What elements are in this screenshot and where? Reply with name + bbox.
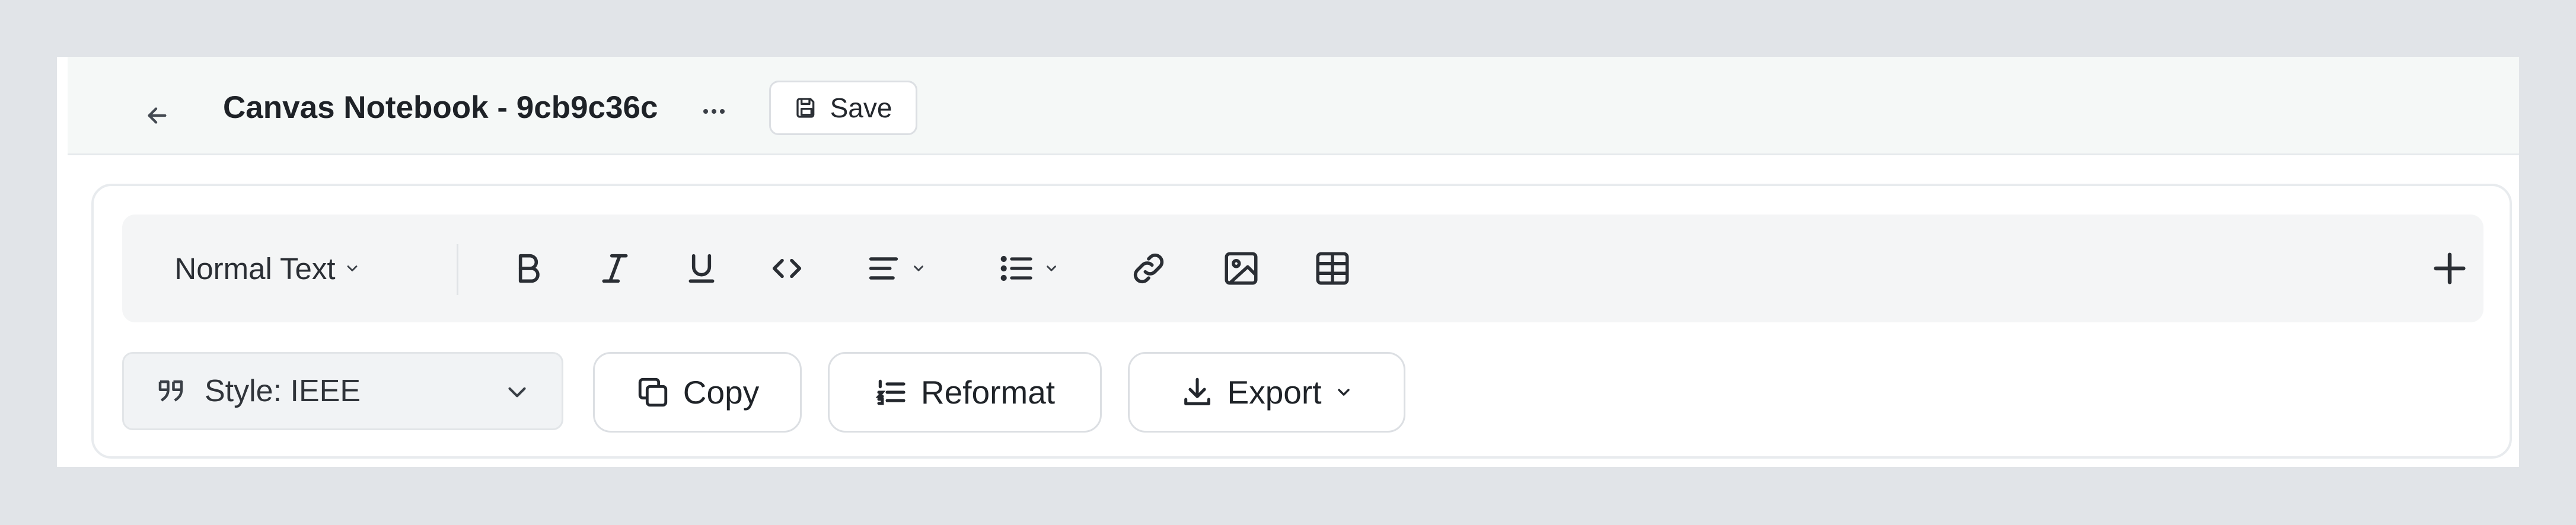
- citation-style-select[interactable]: Style: IEEE: [122, 352, 563, 430]
- link-icon: [1133, 253, 1164, 284]
- reformat-button[interactable]: Reformat: [828, 352, 1102, 433]
- chevron-down-icon: [1047, 265, 1056, 271]
- copy-icon: [638, 377, 667, 407]
- back-button[interactable]: [139, 97, 176, 134]
- copy-label: Copy: [683, 374, 760, 411]
- code-icon: [772, 258, 802, 278]
- more-options-button[interactable]: [690, 88, 738, 135]
- table-icon: [1316, 252, 1349, 285]
- bold-button[interactable]: [496, 215, 561, 322]
- ellipsis-icon: [703, 109, 725, 114]
- underline-icon: [688, 254, 715, 283]
- toolbar-divider: [457, 244, 458, 295]
- arrow-left-icon: [148, 107, 167, 124]
- add-block-button[interactable]: [2417, 215, 2482, 322]
- bold-icon: [518, 254, 540, 283]
- editor-card: Normal Text Style: IEEE Copy Reformat Ex…: [91, 184, 2512, 459]
- export-label: Export: [1227, 374, 1322, 411]
- download-icon: [1184, 377, 1210, 405]
- text-style-dropdown[interactable]: Normal Text: [146, 215, 389, 322]
- export-button[interactable]: Export: [1128, 352, 1405, 433]
- align-button[interactable]: [848, 215, 943, 322]
- notebook-header: Canvas Notebook - 9cb9c36c Save: [68, 57, 2519, 155]
- chevron-down-icon: [508, 387, 526, 398]
- list-button[interactable]: [981, 215, 1076, 322]
- formatting-toolbar: Normal Text: [122, 215, 2483, 322]
- save-button[interactable]: Save: [769, 81, 917, 135]
- table-button[interactable]: [1300, 215, 1365, 322]
- chevron-down-icon: [914, 265, 923, 271]
- code-button[interactable]: [754, 215, 820, 322]
- italic-button[interactable]: [582, 215, 648, 322]
- citation-style-label: Style: IEEE: [205, 374, 361, 408]
- text-style-label: Normal Text: [174, 251, 336, 286]
- link-button[interactable]: [1116, 215, 1181, 322]
- quote-icon: [158, 380, 183, 402]
- image-button[interactable]: [1209, 215, 1274, 322]
- list-icon: [1000, 255, 1032, 281]
- actions-row: Style: IEEE Copy Reformat Export: [122, 352, 2483, 435]
- italic-icon: [602, 254, 628, 283]
- list-ordered-icon: [875, 379, 906, 405]
- image-icon: [1225, 252, 1258, 285]
- save-icon: [796, 98, 814, 118]
- underline-button[interactable]: [669, 215, 734, 322]
- page-title: Canvas Notebook - 9cb9c36c: [223, 90, 658, 125]
- chevron-down-icon: [1338, 389, 1350, 396]
- save-label: Save: [830, 92, 892, 123]
- notebook-window: Canvas Notebook - 9cb9c36c Save Normal T…: [57, 57, 2519, 467]
- plus-icon: [2434, 252, 2466, 284]
- align-left-icon: [869, 257, 898, 280]
- copy-button[interactable]: Copy: [593, 352, 802, 433]
- chevron-down-icon: [347, 265, 357, 271]
- reformat-label: Reformat: [920, 374, 1056, 411]
